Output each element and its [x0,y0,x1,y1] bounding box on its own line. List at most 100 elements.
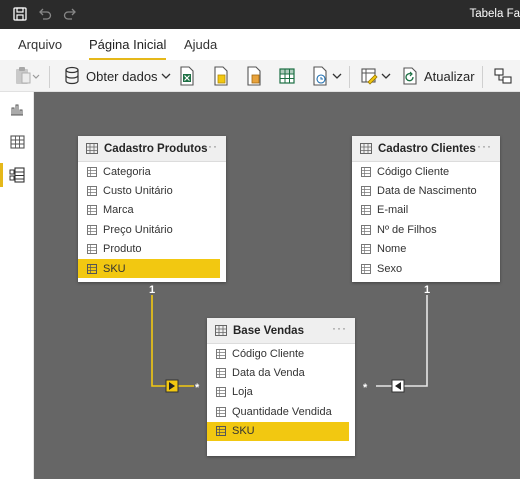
field-row[interactable]: Quantidade Vendida [207,402,355,421]
table-icon [9,135,25,149]
manage-relationships-button[interactable] [494,66,512,86]
cardinality-many-clientes: * [363,382,368,394]
relationship-line-clientes-vendas [376,295,428,387]
field-name: E-mail [377,204,409,217]
column-icon [361,244,371,255]
table-name: Base Vendas [233,324,304,337]
column-icon [216,406,226,417]
tab-arquivo[interactable]: Arquivo [18,37,62,52]
bar-chart-icon [11,104,23,116]
column-icon [87,244,97,255]
field-name: Data da Venda [232,367,305,380]
field-name: Produto [103,243,142,256]
redo-icon[interactable] [62,6,78,22]
enter-data-button[interactable] [278,66,296,86]
field-row[interactable]: Loja [207,383,355,402]
column-icon [216,368,226,379]
table-name: Cadastro Produtos [104,142,208,155]
chevron-down-icon [332,73,342,79]
table-icon [360,143,372,154]
toolbar-separator [349,66,350,88]
relationship-line-produtos-vendas [151,295,194,387]
field-row[interactable]: Nº de Filhos [352,220,500,239]
database-icon [65,66,79,85]
cardinality-one-produtos: 1 [149,284,156,296]
field-row[interactable]: Custo Unitário [78,181,226,200]
field-name: Custo Unitário [103,185,173,198]
column-icon [87,166,97,177]
field-name: Código Cliente [377,165,450,178]
field-name: Nº de Filhos [377,223,437,236]
toolbar-separator [49,66,50,88]
field-row[interactable]: Produto [78,240,226,259]
refresh-button[interactable]: Atualizar [401,66,475,86]
field-row[interactable]: Preço Unitário [78,220,226,239]
column-icon [361,205,371,216]
table-card-header[interactable]: Cadastro Clientes ··· [352,136,500,162]
column-icon [216,426,226,437]
field-row[interactable]: Código Cliente [207,344,355,363]
document-dataset-icon [214,66,228,86]
field-row-highlighted[interactable]: SKU [207,421,349,441]
field-row[interactable]: Código Cliente [352,162,500,181]
save-icon[interactable] [12,6,28,22]
column-icon [361,186,371,197]
field-row[interactable]: Marca [78,201,226,220]
field-row[interactable]: Data de Nascimento [352,181,500,200]
dataflow-button[interactable] [245,66,263,86]
cardinality-many-produtos: * [195,382,200,394]
dataset-button[interactable] [212,66,230,86]
column-icon [87,186,97,197]
table-card-cadastro-clientes[interactable]: Cadastro Clientes ··· Código Cliente Dat… [352,136,500,282]
model-canvas[interactable]: 1 1 * * Cadastro Produtos ··· Categoria … [34,92,520,479]
more-options-icon[interactable]: ··· [203,139,218,153]
cardinality-one-clientes: 1 [424,284,431,296]
get-data-button[interactable]: Obter dados [63,66,171,86]
tab-ajuda[interactable]: Ajuda [184,37,217,52]
table-card-base-vendas[interactable]: Base Vendas ··· Código Cliente Data da V… [207,318,355,456]
field-name: SKU [103,262,126,275]
chevron-down-icon [161,73,171,79]
column-icon [87,205,97,216]
document-flow-icon [247,66,261,86]
table-icon [86,143,98,154]
recent-sources-icon [313,66,327,86]
table-icon [215,325,227,336]
excel-icon [180,66,194,86]
table-card-cadastro-produtos[interactable]: Cadastro Produtos ··· Categoria Custo Un… [78,136,226,282]
paste-button[interactable] [14,66,40,86]
more-options-icon[interactable]: ··· [332,321,347,335]
tab-pagina-inicial[interactable]: Página Inicial [89,37,167,60]
get-data-label: Obter dados [86,68,158,84]
column-icon [216,387,226,398]
report-view-button[interactable] [0,94,34,124]
relationships-icon [494,68,512,84]
recent-sources-button[interactable] [311,66,342,86]
title-bar: Tabela Fa [0,0,520,29]
field-name: Marca [103,204,134,217]
chevron-down-icon [381,73,391,79]
table-name: Cadastro Clientes [378,142,476,155]
table-card-header[interactable]: Base Vendas ··· [207,318,355,344]
field-name: Categoria [103,165,151,178]
data-view-button[interactable] [0,127,34,157]
table-grid-icon [279,68,295,84]
excel-button[interactable] [178,66,196,86]
column-icon [216,348,226,359]
field-row[interactable]: Data da Venda [207,363,355,382]
column-icon [361,166,371,177]
toolbar-separator [482,66,483,88]
more-options-icon[interactable]: ··· [477,139,492,153]
undo-icon[interactable] [37,6,53,22]
transform-data-button[interactable] [360,66,391,86]
field-row[interactable]: E-mail [352,201,500,220]
model-view-button[interactable] [0,160,34,190]
field-row[interactable]: Nome [352,240,500,259]
field-row[interactable]: Sexo [352,259,500,278]
field-row-highlighted[interactable]: SKU [78,258,220,279]
table-card-header[interactable]: Cadastro Produtos ··· [78,136,226,162]
field-row[interactable]: Categoria [78,162,226,181]
column-icon [361,263,371,274]
field-name: Loja [232,386,253,399]
view-rail [0,92,34,479]
